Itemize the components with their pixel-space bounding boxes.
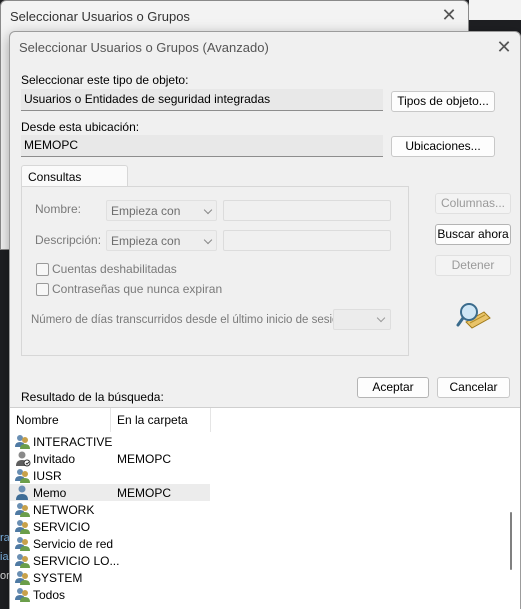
group-icon bbox=[14, 552, 31, 569]
guest-user-icon bbox=[14, 450, 31, 467]
search-icon bbox=[456, 300, 492, 332]
ok-button[interactable]: Aceptar bbox=[357, 377, 429, 398]
location-label: Desde esta ubicación: bbox=[21, 120, 140, 134]
stop-button[interactable]: Detener bbox=[435, 255, 511, 276]
checkbox-box bbox=[36, 262, 49, 276]
name-match-select[interactable]: Empieza con bbox=[106, 200, 217, 221]
tab-common-queries[interactable]: Consultas comunes bbox=[21, 165, 128, 198]
chevron-down-icon bbox=[376, 313, 386, 323]
advanced-select-users-dialog: Seleccionar Usuarios o Grupos (Avanzado)… bbox=[9, 31, 521, 609]
search-now-button[interactable]: Buscar ahora bbox=[435, 224, 511, 245]
description-match-value: Empieza con bbox=[111, 234, 181, 248]
list-item[interactable]: SYSTEM bbox=[10, 569, 210, 586]
column-header-folder[interactable]: En la carpeta bbox=[111, 408, 211, 432]
common-queries-panel: Nombre: Empieza con Descripción: Empieza… bbox=[21, 186, 409, 356]
chevron-down-icon bbox=[203, 205, 213, 215]
group-icon bbox=[14, 518, 31, 535]
days-since-login-label: Número de días transcurridos desde el úl… bbox=[31, 314, 349, 326]
days-since-login-select[interactable] bbox=[333, 309, 391, 330]
chevron-down-icon bbox=[203, 235, 213, 245]
list-item[interactable]: NETWORK bbox=[10, 501, 210, 518]
list-item[interactable]: Invitado MEMOPC bbox=[10, 450, 210, 467]
group-icon bbox=[14, 501, 31, 518]
list-item[interactable]: Todos bbox=[10, 586, 210, 603]
checkbox-box bbox=[36, 282, 49, 296]
user-icon bbox=[14, 484, 31, 501]
results-label: Resultado de la búsqueda: bbox=[21, 390, 164, 404]
item-name: Invitado bbox=[33, 452, 76, 466]
group-icon bbox=[14, 535, 31, 552]
search-results-list[interactable]: Nombre En la carpeta INTERACTIVE Invitado… bbox=[10, 407, 520, 609]
item-folder: MEMOPC bbox=[117, 486, 171, 500]
name-input[interactable] bbox=[223, 200, 391, 221]
item-name: Memo bbox=[33, 486, 67, 500]
column-header-name[interactable]: Nombre bbox=[10, 408, 111, 432]
close-icon[interactable]: ✕ bbox=[492, 36, 516, 58]
item-name: INTERACTIVE bbox=[33, 435, 113, 449]
item-name: SERVICIO LO... bbox=[33, 554, 120, 568]
background-strip bbox=[469, 0, 521, 20]
location-field: MEMOPC bbox=[21, 135, 383, 157]
scrollbar-thumb[interactable] bbox=[510, 512, 512, 570]
name-label: Nombre: bbox=[35, 202, 82, 216]
list-item[interactable]: Servicio de red bbox=[10, 535, 210, 552]
list-item[interactable]: SERVICIO LO... bbox=[10, 552, 210, 569]
group-icon bbox=[14, 467, 31, 484]
list-item[interactable]: Memo MEMOPC bbox=[10, 484, 210, 501]
group-icon bbox=[14, 586, 31, 603]
cancel-button[interactable]: Cancelar bbox=[437, 377, 510, 398]
columns-button[interactable]: Columnas... bbox=[435, 193, 511, 214]
item-name: SERVICIO bbox=[33, 520, 91, 534]
dialog-title: Seleccionar Usuarios o Grupos (Avanzado) bbox=[19, 40, 269, 55]
item-name: NETWORK bbox=[33, 503, 95, 517]
object-type-field: Usuarios o Entidades de seguridad integr… bbox=[21, 89, 383, 111]
group-icon bbox=[14, 433, 31, 450]
description-label: Descripción: bbox=[35, 233, 102, 247]
description-input[interactable] bbox=[223, 230, 391, 251]
object-type-label: Seleccionar este tipo de objeto: bbox=[21, 73, 189, 87]
background-window-title: Seleccionar Usuarios o Grupos bbox=[10, 9, 190, 24]
object-types-button[interactable]: Tipos de objeto... bbox=[391, 91, 495, 112]
item-name: Todos bbox=[33, 588, 66, 602]
item-folder: MEMOPC bbox=[117, 452, 171, 466]
item-name: Servicio de red bbox=[33, 537, 114, 551]
non-expiring-passwords-label: Contraseñas que nunca expiran bbox=[52, 282, 223, 296]
non-expiring-passwords-checkbox[interactable]: Contraseñas que nunca expiran bbox=[36, 282, 222, 296]
group-icon bbox=[14, 569, 31, 586]
list-item[interactable]: SERVICIO bbox=[10, 518, 210, 535]
disabled-accounts-label: Cuentas deshabilitadas bbox=[52, 262, 177, 276]
name-match-value: Empieza con bbox=[111, 204, 181, 218]
description-match-select[interactable]: Empieza con bbox=[106, 230, 217, 251]
list-item[interactable]: INTERACTIVE bbox=[10, 433, 210, 450]
disabled-accounts-checkbox[interactable]: Cuentas deshabilitadas bbox=[36, 262, 177, 276]
list-item[interactable]: IUSR bbox=[10, 467, 210, 484]
item-name: SYSTEM bbox=[33, 571, 83, 585]
background-side-text-2: ia bbox=[0, 551, 9, 563]
locations-button[interactable]: Ubicaciones... bbox=[391, 136, 495, 157]
item-name: IUSR bbox=[33, 469, 62, 483]
background-close-icon[interactable]: ✕ bbox=[438, 4, 460, 26]
